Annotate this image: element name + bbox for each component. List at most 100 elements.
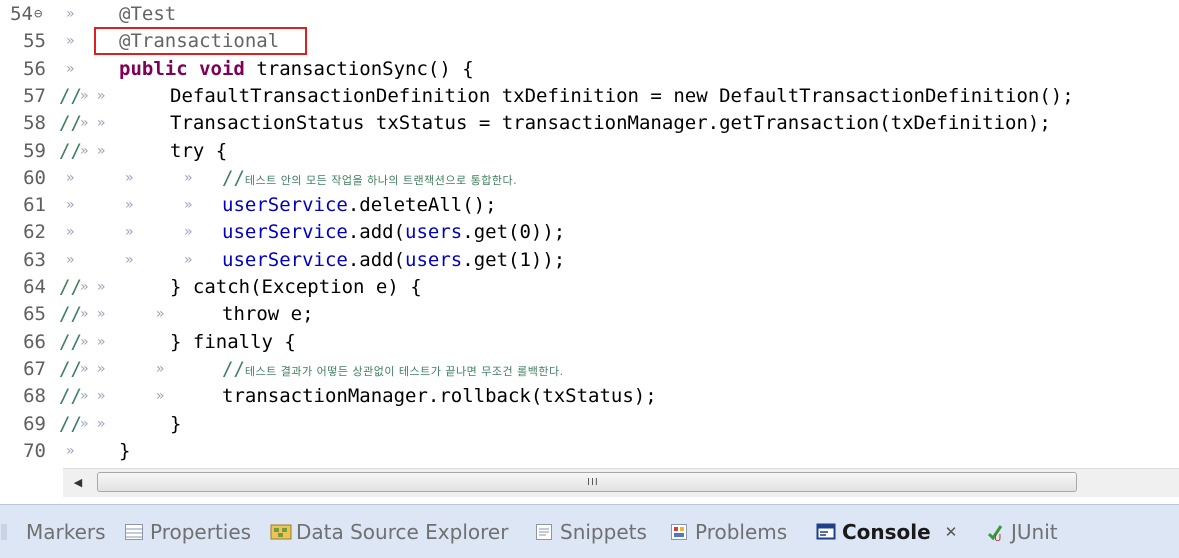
- code-line[interactable]: 57 //» » DefaultTransactionDefinition txDe…: [0, 83, 1179, 110]
- code-token: //: [222, 166, 245, 189]
- code-text[interactable]: //테스트 결과가 어떻든 상관없이 테스트가 끝나면 무조건 롤백한다.: [222, 356, 564, 385]
- tab-console[interactable]: Console ✕: [816, 519, 957, 545]
- tab-problems[interactable]: Problems: [669, 519, 787, 545]
- code-text[interactable]: } finally {: [170, 329, 296, 356]
- line-number: 64: [23, 276, 46, 298]
- line-number: 59: [23, 139, 46, 162]
- code-line[interactable]: 61 » » » userService.deleteAll();: [0, 192, 1179, 219]
- line-number: 67: [23, 357, 46, 380]
- code-line[interactable]: 62 » » » userService.add(users.get(0));: [0, 219, 1179, 246]
- code-token: public: [119, 57, 188, 80]
- whitespace-tab-marker: » »: [80, 333, 106, 350]
- fold-collapse-icon[interactable]: ⊖: [34, 1, 42, 28]
- code-text[interactable]: throw e;: [222, 301, 314, 328]
- data-source-icon: [270, 522, 292, 542]
- tab-label: JUnit: [1011, 520, 1058, 544]
- line-comment-marker: //: [59, 357, 82, 380]
- code-text[interactable]: //테스트 안의 모든 작업을 하나의 트랜잭션으로 통합한다.: [222, 165, 517, 194]
- code-token: throw e;: [222, 303, 314, 326]
- code-text[interactable]: try {: [170, 138, 227, 165]
- whitespace-tab-marker: » » »: [80, 360, 165, 377]
- whitespace-tab-marker: » » »: [66, 251, 193, 268]
- code-token: .add(: [347, 221, 406, 244]
- code-line[interactable]: 60 » » » //테스트 안의 모든 작업을 하나의 트랜잭션으로 통합한다.: [0, 165, 1179, 192]
- code-line[interactable]: 67 //» » » //테스트 결과가 어떻든 상관없이 테스트가 끝나면 무조건…: [0, 356, 1179, 383]
- code-text[interactable]: userService.deleteAll();: [222, 192, 497, 219]
- code-text[interactable]: public void transactionSync() {: [119, 56, 474, 83]
- code-line[interactable]: 69 //» »}: [0, 411, 1179, 438]
- whitespace-tab-marker: »: [66, 60, 75, 77]
- scroll-thumb[interactable]: III: [97, 472, 1077, 492]
- code-text[interactable]: }: [119, 438, 130, 465]
- code-line[interactable]: 65 //» » » throw e;: [0, 301, 1179, 328]
- code-text[interactable]: TransactionStatus txStatus = transaction…: [170, 110, 1051, 137]
- whitespace-tab-marker: » »: [80, 87, 106, 104]
- code-line[interactable]: 63 » » » userService.add(users.get(1));: [0, 247, 1179, 274]
- line-number: 63: [23, 248, 46, 271]
- code-line[interactable]: 59 //» » try {: [0, 138, 1179, 165]
- line-comment-marker: //: [59, 412, 82, 435]
- tab-label: Properties: [150, 520, 252, 544]
- close-icon[interactable]: ✕: [945, 523, 958, 541]
- code-token: try {: [170, 139, 228, 162]
- code-text[interactable]: }: [170, 411, 181, 438]
- code-token: TransactionStatus txStatus = transaction…: [170, 112, 1051, 135]
- code-line[interactable]: 54 ⊖ » @Test: [0, 1, 1179, 28]
- markers-icon: [0, 522, 20, 542]
- line-number: 65: [23, 303, 46, 326]
- tab-snippets[interactable]: Snippets: [534, 519, 647, 545]
- line-number: 56: [23, 57, 46, 80]
- line-number: 68: [23, 385, 46, 408]
- whitespace-tab-marker: »: [66, 442, 75, 459]
- code-text[interactable]: transactionManager.rollback(txStatus);: [222, 383, 657, 410]
- code-line[interactable]: 56 » public void transactionSync() {: [0, 56, 1179, 83]
- code-editor[interactable]: 54 ⊖» @Test 55» @Transactional 56» public void…: [0, 0, 1179, 468]
- tab-properties[interactable]: Properties: [124, 519, 251, 545]
- code-token: userService: [222, 194, 348, 217]
- tab-label: Markers: [26, 520, 106, 544]
- line-number: 57: [23, 84, 46, 107]
- whitespace-tab-marker: »: [66, 6, 75, 22]
- snippets-icon: [534, 522, 554, 542]
- line-number: 54: [10, 3, 33, 25]
- whitespace-tab-marker: » » »: [80, 306, 165, 323]
- code-token: userService: [222, 248, 348, 271]
- code-token: } finally {: [170, 330, 296, 353]
- tab-junit[interactable]: U JUnit: [985, 519, 1058, 545]
- code-token: } catch(Exception e) {: [170, 276, 422, 298]
- junit-icon: U: [985, 522, 1005, 544]
- code-line[interactable]: 64 //» »} catch(Exception e) {: [0, 274, 1179, 301]
- line-comment-marker: //: [59, 330, 82, 353]
- views-tab-bar: Markers Properties Data Source Explorer …: [0, 504, 1179, 558]
- tab-markers[interactable]: Markers: [0, 519, 106, 545]
- line-comment-marker: //: [59, 385, 82, 408]
- code-line[interactable]: 68 //» » » transactionManager.rollback(txS…: [0, 383, 1179, 410]
- code-token: .add(: [347, 248, 406, 271]
- horizontal-scrollbar[interactable]: ◀ III: [63, 468, 1179, 497]
- whitespace-tab-marker: » » »: [66, 169, 193, 186]
- code-text[interactable]: @Test: [119, 1, 176, 28]
- code-token: users: [405, 221, 463, 244]
- code-line[interactable]: 70 »}: [0, 438, 1179, 465]
- whitespace-tab-marker: »: [66, 33, 75, 50]
- tab-data-source-explorer[interactable]: Data Source Explorer: [270, 519, 508, 545]
- console-icon: [816, 522, 836, 542]
- code-text[interactable]: DefaultTransactionDefinition txDefinitio…: [170, 83, 1074, 110]
- code-text[interactable]: userService.add(users.get(0));: [222, 219, 565, 246]
- line-comment-marker: //: [59, 139, 82, 162]
- whitespace-tab-marker: » » »: [66, 224, 193, 241]
- code-line[interactable]: 58 //» » TransactionStatus txStatus = tran…: [0, 110, 1179, 137]
- code-token: .get(0));: [462, 221, 566, 244]
- code-line[interactable]: 66 //» »} finally {: [0, 329, 1179, 356]
- whitespace-tab-marker: » »: [80, 142, 106, 159]
- code-text[interactable]: } catch(Exception e) {: [170, 274, 422, 301]
- line-comment-marker: //: [59, 276, 82, 298]
- code-token: userService: [222, 221, 348, 244]
- code-token: transactionSync() {: [256, 57, 474, 80]
- line-number: 62: [23, 221, 46, 244]
- scroll-left-arrow-icon[interactable]: ◀: [69, 474, 87, 492]
- code-text[interactable]: userService.add(users.get(1));: [222, 247, 565, 274]
- code-token: }: [119, 439, 131, 462]
